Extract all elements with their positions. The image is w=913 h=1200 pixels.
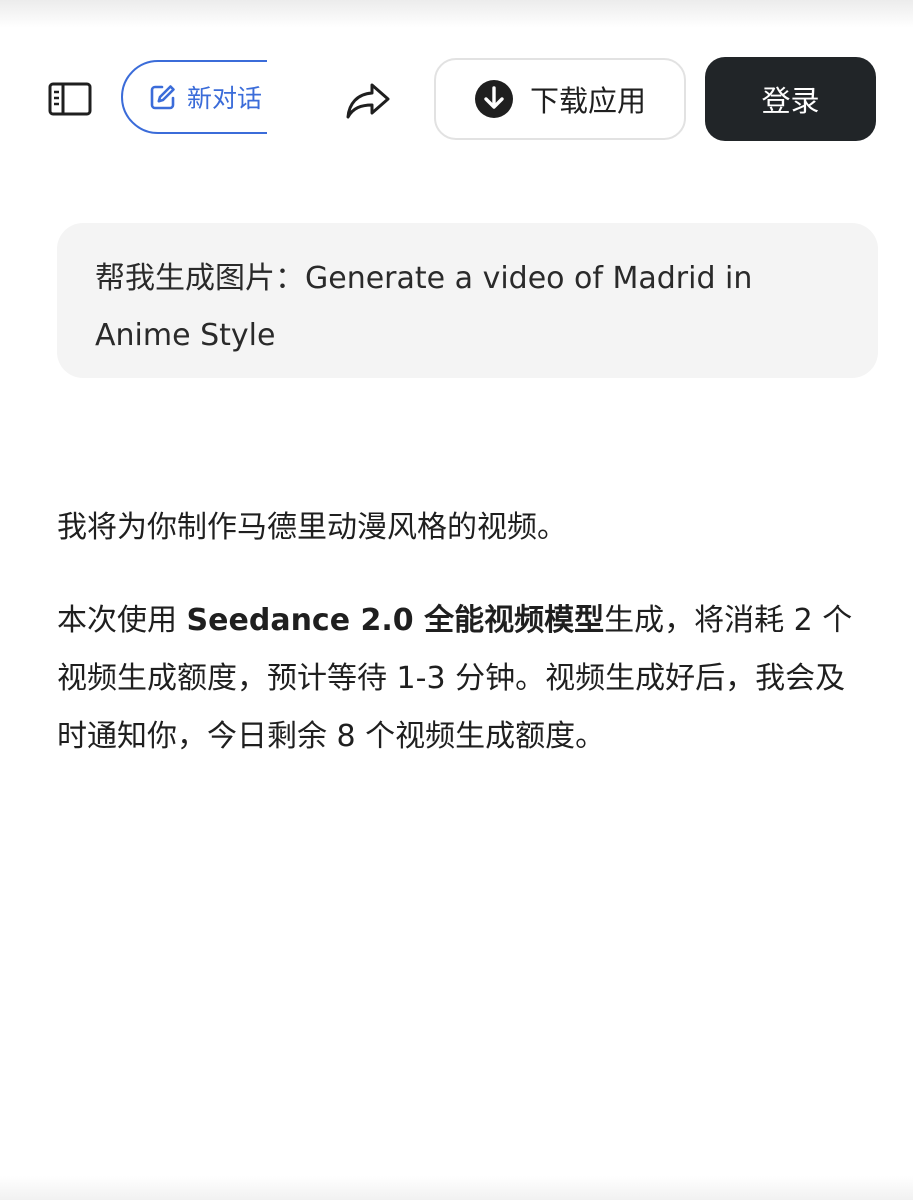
assistant-reply: 我将为你制作马德里动漫风格的视频。 本次使用 Seedance 2.0 全能视频… [57, 500, 857, 766]
sidebar-toggle-button[interactable] [44, 77, 96, 121]
share-icon [346, 83, 390, 119]
download-icon [474, 79, 514, 119]
login-label: 登录 [761, 84, 820, 118]
edit-icon [149, 83, 177, 111]
user-message-text: 帮我生成图片：Generate a video of Madrid in Ani… [95, 261, 753, 353]
download-app-label: 下载应用 [529, 84, 646, 118]
model-name: Seedance 2.0 全能视频模型 [186, 603, 605, 638]
new-chat-button[interactable]: 新对话 [121, 60, 267, 134]
top-shadow [0, 0, 913, 28]
login-button[interactable]: 登录 [705, 57, 876, 141]
new-chat-label: 新对话 [187, 84, 263, 113]
sidebar-icon [48, 82, 92, 116]
share-button[interactable] [340, 76, 396, 124]
reply-intro: 我将为你制作马德里动漫风格的视频。 [57, 510, 567, 545]
top-bar: 新对话 下载应用 登录 [0, 56, 913, 142]
reply-detail-prefix: 本次使用 [57, 603, 187, 638]
new-chat-clip: 新对话 [121, 60, 267, 138]
user-message-bubble: 帮我生成图片：Generate a video of Madrid in Ani… [57, 223, 878, 378]
reply-detail: 本次使用 Seedance 2.0 全能视频模型生成，将消耗 2 个视频生成额度… [57, 592, 857, 766]
download-app-button[interactable]: 下载应用 [434, 58, 686, 140]
bottom-shadow [0, 1176, 913, 1200]
